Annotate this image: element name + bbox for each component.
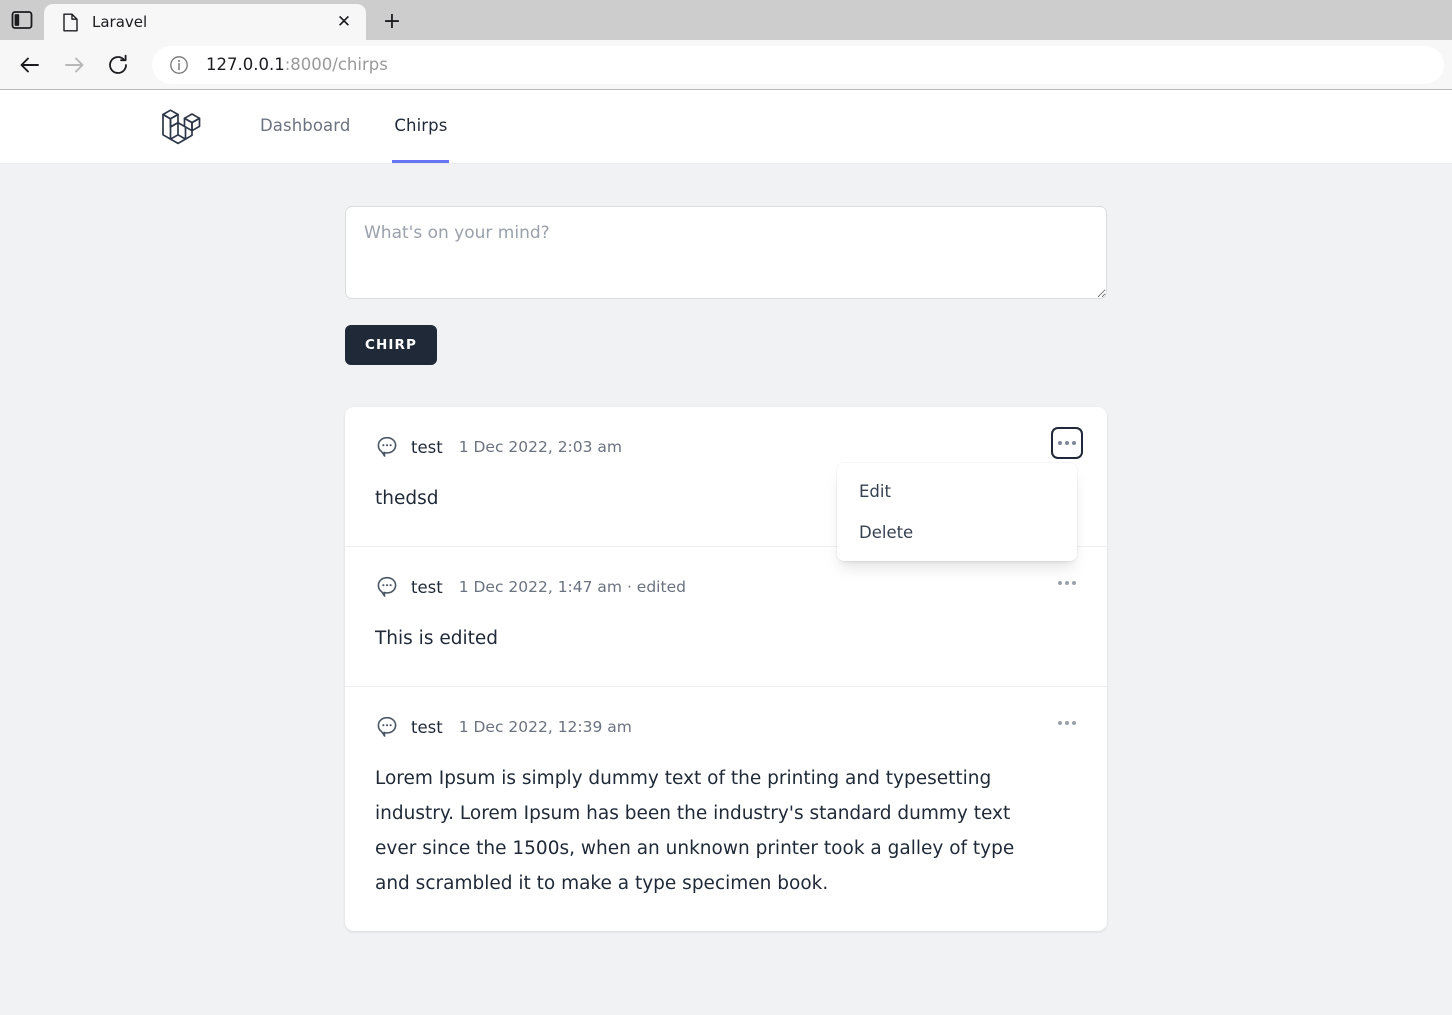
dot	[1058, 581, 1062, 585]
info-circle-icon[interactable]	[166, 52, 192, 78]
page-viewport: Dashboard Chirps CHIRP	[0, 90, 1452, 1015]
dot	[1065, 441, 1069, 445]
browser-window: Laravel ✕ + 127.0.0.1:8000/chirps Dashbo…	[0, 0, 1452, 1015]
chirp-body: This is edited	[375, 628, 498, 649]
address-bar-host: 127.0.0.1	[206, 55, 285, 74]
close-icon[interactable]: ✕	[332, 10, 356, 34]
chirp-options-button[interactable]	[1053, 709, 1081, 737]
dot	[1072, 581, 1076, 585]
tab-title: Laravel	[92, 13, 148, 31]
dot	[1072, 441, 1076, 445]
chat-bubble-icon	[377, 716, 397, 737]
nav-link-dashboard[interactable]: Dashboard	[258, 90, 352, 163]
chirp-timestamp: 1 Dec 2022, 2:03 am	[458, 438, 623, 456]
arrow-left-icon[interactable]	[8, 45, 52, 85]
tab-strip: Laravel ✕ +	[0, 0, 1452, 40]
chirp-message-input[interactable]	[345, 206, 1107, 299]
chirp-header: test 1 Dec 2022, 12:39 am	[375, 715, 1077, 739]
chirp-author: test	[411, 437, 443, 457]
dot	[1072, 721, 1076, 725]
laravel-logo-icon[interactable]	[160, 90, 202, 163]
chirp-item: test 1 Dec 2022, 12:39 am Lorem Ipsum is…	[345, 687, 1107, 931]
chirp-author: test	[411, 717, 443, 737]
nav-links: Dashboard Chirps	[258, 90, 489, 163]
dot	[1058, 721, 1062, 725]
reload-icon[interactable]	[96, 45, 140, 85]
chat-bubble-icon	[377, 576, 397, 597]
address-bar-text: 127.0.0.1:8000/chirps	[206, 55, 388, 74]
sidebar-panel-icon[interactable]	[0, 0, 44, 40]
chirps-list: test 1 Dec 2022, 2:03 am thedsd Edit Del…	[345, 407, 1107, 931]
app-navigation: Dashboard Chirps	[0, 90, 1452, 164]
chirp-author: test	[411, 577, 443, 597]
chirp-header: test 1 Dec 2022, 2:03 am	[375, 435, 1077, 459]
browser-toolbar: 127.0.0.1:8000/chirps	[0, 40, 1452, 90]
address-bar[interactable]: 127.0.0.1:8000/chirps	[152, 45, 1444, 84]
browser-tab[interactable]: Laravel ✕	[44, 4, 366, 40]
chat-bubble-icon	[377, 436, 397, 457]
chirp-item: test 1 Dec 2022, 2:03 am thedsd Edit Del…	[345, 407, 1107, 561]
chirp-header: test 1 Dec 2022, 1:47 am · edited	[375, 575, 1077, 599]
chirp-timestamp: 1 Dec 2022, 1:47 am · edited	[458, 578, 686, 596]
dropdown-item-edit[interactable]: Edit	[837, 471, 1077, 512]
chirp-submit-button[interactable]: CHIRP	[345, 325, 438, 365]
main-content: CHIRP test 1 Dec 20	[0, 164, 1452, 931]
new-tab-button[interactable]: +	[372, 4, 412, 40]
dot	[1058, 441, 1062, 445]
chirp-composer: CHIRP	[345, 206, 1107, 365]
address-bar-path: :8000/chirps	[284, 55, 388, 74]
dropdown-item-delete[interactable]: Delete	[837, 512, 1077, 553]
arrow-right-icon	[52, 45, 96, 85]
chirp-options-dropdown: Edit Delete	[837, 463, 1077, 561]
dot	[1065, 721, 1069, 725]
nav-link-chirps[interactable]: Chirps	[392, 90, 450, 163]
page-file-icon	[60, 12, 80, 32]
dot	[1065, 581, 1069, 585]
chirp-body: Lorem Ipsum is simply dummy text of the …	[375, 768, 1021, 894]
chirp-options-button[interactable]	[1053, 569, 1081, 597]
chirp-timestamp: 1 Dec 2022, 12:39 am	[458, 718, 632, 736]
content-column: CHIRP test 1 Dec 20	[345, 206, 1107, 931]
chirp-item: test 1 Dec 2022, 1:47 am · edited This i…	[345, 547, 1107, 687]
chirp-options-button[interactable]	[1053, 429, 1081, 457]
